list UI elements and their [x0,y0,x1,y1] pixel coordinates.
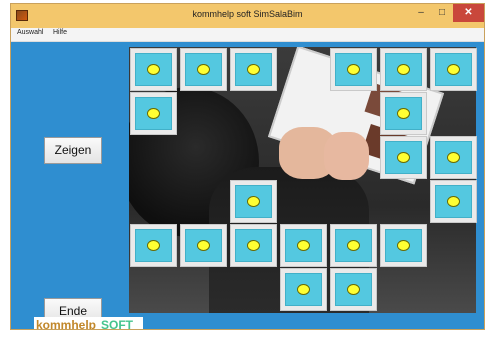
tile-face [285,229,322,262]
yellow-dot-icon [297,284,310,295]
memory-tile-row1-col7[interactable] [430,48,477,91]
yellow-dot-icon [197,64,210,75]
memory-tile-row6-col4[interactable] [280,268,327,311]
memory-tile-row2-col1[interactable] [130,92,177,135]
maximize-button[interactable]: □ [432,4,452,22]
tile-face [335,273,372,306]
tile-face [135,53,172,86]
tile-face [235,229,272,262]
memory-tile-row4-col3[interactable] [230,180,277,223]
memory-tile-row5-col5[interactable] [330,224,377,267]
yellow-dot-icon [397,152,410,163]
yellow-dot-icon [147,240,160,251]
yellow-dot-icon [247,64,260,75]
yellow-dot-icon [197,240,210,251]
yellow-dot-icon [247,240,260,251]
memory-tile-row5-col4[interactable] [280,224,327,267]
yellow-dot-icon [397,108,410,119]
kommhelp-logo: kommhelp SOFT [34,317,143,330]
tile-face [385,53,422,86]
memory-tile-row1-col5[interactable] [330,48,377,91]
memory-tile-row5-col3[interactable] [230,224,277,267]
show-button[interactable]: Zeigen [44,137,102,164]
yellow-dot-icon [247,196,260,207]
minimize-button[interactable]: – [410,4,432,22]
tile-face [235,53,272,86]
memory-tile-row3-col6[interactable] [380,136,427,179]
tile-face [285,273,322,306]
tile-face [185,229,222,262]
memory-tile-row6-col5[interactable] [330,268,377,311]
yellow-dot-icon [397,240,410,251]
memory-tile-row3-col7[interactable] [430,136,477,179]
memory-tile-row5-col6[interactable] [380,224,427,267]
tile-face [235,185,272,218]
memory-tile-row1-col2[interactable] [180,48,227,91]
tile-face [385,229,422,262]
yellow-dot-icon [347,64,360,75]
tile-face [335,229,372,262]
yellow-dot-icon [447,64,460,75]
memory-tile-row1-col3[interactable] [230,48,277,91]
yellow-dot-icon [447,152,460,163]
memory-tile-row1-col6[interactable] [380,48,427,91]
memory-tile-row1-col1[interactable] [130,48,177,91]
yellow-dot-icon [397,64,410,75]
yellow-dot-icon [147,64,160,75]
memory-tile-row2-col6[interactable] [380,92,427,135]
tile-face [435,141,472,174]
tile-face [135,97,172,130]
yellow-dot-icon [297,240,310,251]
title-bar[interactable]: kommhelp soft SimSalaBim – □ ✕ [11,4,484,28]
tile-face [335,53,372,86]
tile-face [435,53,472,86]
app-window: kommhelp soft SimSalaBim – □ ✕ Auswahl H… [10,3,485,330]
photo-hand-right [324,132,369,180]
tile-face [185,53,222,86]
tile-face [385,97,422,130]
tile-face [135,229,172,262]
memory-tile-row5-col2[interactable] [180,224,227,267]
logo-soft: SOFT [101,318,133,330]
menu-bar: Auswahl Hilfe [11,28,484,42]
close-button[interactable]: ✕ [453,4,484,22]
yellow-dot-icon [147,108,160,119]
tile-face [385,141,422,174]
memory-tile-row4-col7[interactable] [430,180,477,223]
main-content: Zeigen Ende kommhelp SOFT [11,42,484,329]
memory-tile-row5-col1[interactable] [130,224,177,267]
menu-hilfe[interactable]: Hilfe [53,29,67,36]
tile-face [435,185,472,218]
yellow-dot-icon [447,196,460,207]
logo-kommhelp: kommhelp [36,318,97,330]
yellow-dot-icon [347,240,360,251]
menu-auswahl[interactable]: Auswahl [17,29,43,36]
yellow-dot-icon [347,284,360,295]
